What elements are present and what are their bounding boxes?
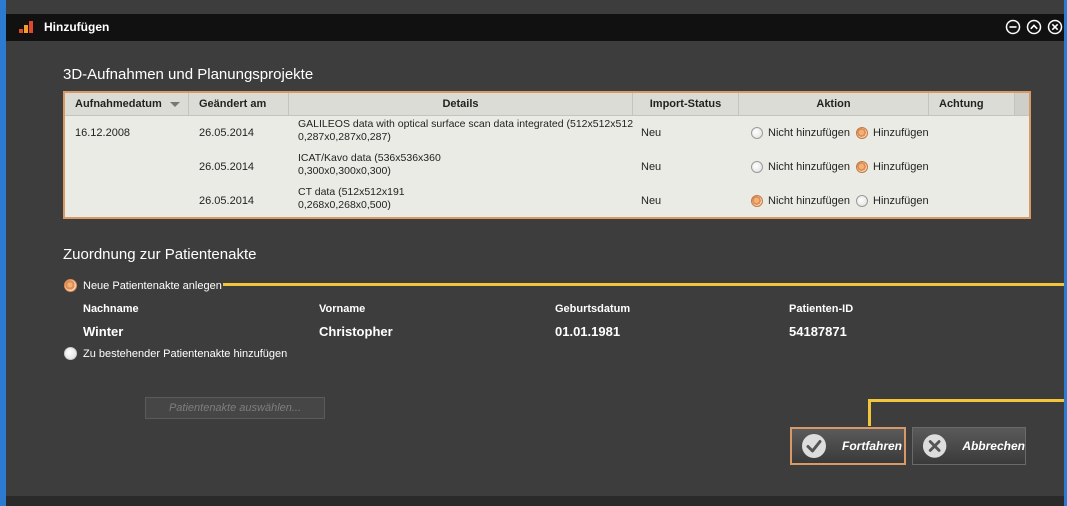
radio-skip-label: Nicht hinzufügen	[768, 161, 850, 173]
radio-existing-label: Zu bestehender Patientenakte hinzufügen	[83, 347, 288, 360]
scans-table: Aufnahmedatum Geändert am Details Import…	[63, 91, 1031, 219]
column-header-warning[interactable]: Achtung	[929, 93, 1015, 115]
column-header-details[interactable]: Details	[289, 93, 633, 115]
section-title-scans: 3D-Aufnahmen und Planungsprojekte	[63, 66, 314, 83]
row-changed: 26.05.2014	[199, 161, 255, 173]
highlight-line	[223, 283, 1064, 286]
row-details: GALILEOS data with optical surface scan …	[298, 118, 634, 143]
radio-add-indicator[interactable]	[856, 161, 868, 173]
radio-add[interactable]: Hinzufügen	[856, 127, 929, 139]
sort-desc-icon	[169, 101, 180, 107]
row-changed: 26.05.2014	[199, 195, 255, 207]
close-icon[interactable]	[1046, 18, 1064, 36]
column-header-date[interactable]: Aufnahmedatum	[65, 93, 189, 115]
row-status: Neu	[641, 161, 662, 173]
continue-label: Fortfahren	[842, 439, 902, 453]
radio-add-indicator[interactable]	[856, 195, 868, 207]
cancel-label: Abbrechen	[962, 439, 1025, 453]
title-bar: Hinzufügen	[6, 14, 1064, 41]
radio-add-label: Hinzufügen	[873, 127, 929, 139]
value-patient-id: 54187871	[789, 324, 847, 339]
dialog-body: 3D-Aufnahmen und Planungsprojekte Aufnah…	[6, 41, 1064, 499]
row-details: ICAT/Kavo data (536x536x360 0,300x0,300x…	[298, 152, 441, 177]
table-row[interactable]: 26.05.2014 CT data (512x512x191 0,268x0,…	[65, 184, 1029, 218]
row-date: 16.12.2008	[75, 127, 131, 139]
radio-skip[interactable]: Nicht hinzufügen	[751, 161, 850, 173]
table-header: Aufnahmedatum Geändert am Details Import…	[65, 93, 1029, 116]
radio-skip-indicator[interactable]	[751, 127, 763, 139]
column-header-changed[interactable]: Geändert am	[189, 93, 289, 115]
app-logo-icon	[19, 21, 33, 35]
row-details: CT data (512x512x191 0,268x0,268x0,500)	[298, 186, 405, 211]
continue-button[interactable]: Fortfahren	[790, 427, 906, 465]
radio-skip[interactable]: Nicht hinzufügen	[751, 127, 850, 139]
radio-skip-label: Nicht hinzufügen	[768, 127, 850, 139]
checkmark-icon	[802, 434, 826, 458]
radio-new-patient-record[interactable]: Neue Patientenakte anlegen	[64, 279, 222, 292]
radio-skip-label: Nicht hinzufügen	[768, 195, 850, 207]
value-birthdate: 01.01.1981	[555, 324, 621, 339]
radio-existing-indicator[interactable]	[64, 347, 77, 360]
radio-skip-indicator[interactable]	[751, 161, 763, 173]
label-lastname: Nachname	[83, 303, 139, 315]
cancel-button[interactable]: Abbrechen	[912, 427, 1026, 465]
radio-add[interactable]: Hinzufügen	[856, 195, 929, 207]
window-title: Hinzufügen	[44, 20, 110, 34]
value-firstname: Christopher	[319, 324, 393, 339]
radio-existing-patient-record[interactable]: Zu bestehender Patientenakte hinzufügen	[64, 347, 287, 360]
label-firstname: Vorname	[319, 303, 366, 315]
maximize-icon[interactable]	[1025, 18, 1043, 36]
label-birthdate: Geburtsdatum	[555, 303, 631, 315]
table-row[interactable]: 26.05.2014 ICAT/Kavo data (536x536x360 0…	[65, 150, 1029, 184]
value-lastname: Winter	[83, 324, 124, 339]
column-header-status[interactable]: Import-Status	[633, 93, 739, 115]
section-title-patient: Zuordnung zur Patientenakte	[63, 246, 257, 263]
bottom-strip	[6, 496, 1064, 506]
column-header-action[interactable]: Aktion	[739, 93, 929, 115]
row-status: Neu	[641, 127, 662, 139]
radio-new-indicator[interactable]	[64, 279, 77, 292]
minimize-icon[interactable]	[1004, 18, 1022, 36]
row-changed: 26.05.2014	[199, 127, 255, 139]
scrollbar[interactable]	[1015, 93, 1029, 115]
radio-add-label: Hinzufügen	[873, 195, 929, 207]
radio-skip[interactable]: Nicht hinzufügen	[751, 195, 850, 207]
highlight-line-button	[868, 399, 1064, 402]
highlight-line-button-vertical	[868, 399, 871, 426]
radio-add-indicator[interactable]	[856, 127, 868, 139]
radio-add-label: Hinzufügen	[873, 161, 929, 173]
select-patient-record-button[interactable]: Patientenakte auswählen...	[145, 397, 325, 419]
radio-skip-indicator[interactable]	[751, 195, 763, 207]
radio-new-label: Neue Patientenakte anlegen	[83, 279, 222, 292]
row-status: Neu	[641, 195, 662, 207]
label-patient-id: Patienten-ID	[789, 303, 854, 315]
table-row[interactable]: 16.12.2008 26.05.2014 GALILEOS data with…	[65, 116, 1029, 150]
cancel-icon	[922, 434, 947, 458]
radio-add[interactable]: Hinzufügen	[856, 161, 929, 173]
